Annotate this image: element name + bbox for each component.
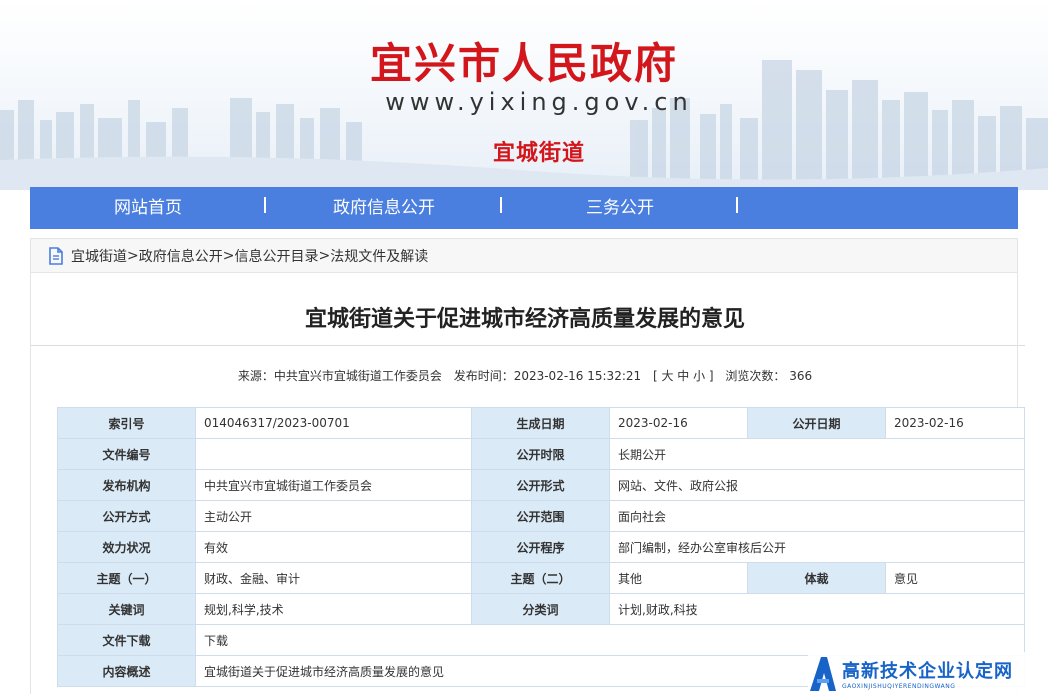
watermark-logo-icon <box>810 657 836 691</box>
value-document-number <box>195 438 472 470</box>
value-genre: 意见 <box>885 562 1025 594</box>
value-publish-date: 2023-02-16 <box>885 407 1025 439</box>
table-row: 公开方式 主动公开 公开范围 面向社会 <box>57 500 1025 532</box>
value-keywords: 规划,科学,技术 <box>195 593 472 625</box>
breadcrumb: 宜城街道 > 政府信息公开 > 信息公开目录 > 法规文件及解读 <box>31 239 1017 273</box>
label-generated-date: 生成日期 <box>471 407 610 439</box>
breadcrumb-separator: > <box>127 247 139 264</box>
label-disclosure-form: 公开形式 <box>471 469 610 501</box>
breadcrumb-link-yicheng[interactable]: 宜城街道 <box>71 246 127 266</box>
label-disclosure-scope: 公开范围 <box>471 500 610 532</box>
value-theme-two: 其他 <box>609 562 748 594</box>
value-index-number: 014046317/2023-00701 <box>195 407 472 439</box>
value-disclosure-method: 主动公开 <box>195 500 472 532</box>
meta-views: 浏览次数： 366 <box>725 369 813 383</box>
font-size-switcher[interactable]: [ 大 中 小 ] <box>653 369 714 383</box>
breadcrumb-separator: > <box>318 247 331 264</box>
meta-publish-time: 发布时间：2023-02-16 15:32:21 <box>453 369 642 383</box>
value-theme-one: 财政、金融、审计 <box>195 562 472 594</box>
table-row: 文件下载 下载 <box>57 624 1025 656</box>
table-row: 发布机构 中共宜兴市宜城街道工作委员会 公开形式 网站、文件、政府公报 <box>57 469 1025 501</box>
breadcrumb-link-gov-info[interactable]: 政府信息公开 <box>139 246 223 266</box>
nav-gov-info-disclosure[interactable]: 政府信息公开 <box>266 187 502 229</box>
value-disclosure-period: 长期公开 <box>609 438 1025 470</box>
label-disclosure-method: 公开方式 <box>57 500 196 532</box>
download-link[interactable]: 下载 <box>195 624 1025 656</box>
value-disclosure-scope: 面向社会 <box>609 500 1025 532</box>
main-nav: 网站首页 政府信息公开 三务公开 <box>30 187 1018 229</box>
watermark-badge: 高新技术企业认定网 GAOXINJISHUQIYERENDINGWANG <box>808 652 1048 694</box>
value-category: 计划,财政,科技 <box>609 593 1025 625</box>
label-publisher: 发布机构 <box>57 469 196 501</box>
table-row: 文件编号 公开时限 长期公开 <box>57 438 1025 470</box>
breadcrumb-link-regulations[interactable]: 法规文件及解读 <box>330 246 428 266</box>
site-url: www.yixing.gov.cn <box>385 88 693 116</box>
site-title: 宜兴市人民政府 <box>369 39 678 88</box>
label-summary: 内容概述 <box>57 655 196 687</box>
article-title: 宜城街道关于促进城市经济高质量发展的意见 <box>304 307 745 332</box>
header-banner: 宜兴市人民政府 www.yixing.gov.cn 宜城街道 <box>0 0 1048 190</box>
nav-three-affairs[interactable]: 三务公开 <box>502 187 738 229</box>
watermark-title: 高新技术企业认定网 <box>842 660 1013 682</box>
nav-home[interactable]: 网站首页 <box>30 187 266 229</box>
breadcrumb-link-catalog[interactable]: 信息公开目录 <box>234 246 318 266</box>
table-row: 效力状况 有效 公开程序 部门编制，经办公室审核后公开 <box>57 531 1025 563</box>
value-validity: 有效 <box>195 531 472 563</box>
label-genre: 体裁 <box>747 562 886 594</box>
value-publisher: 中共宜兴市宜城街道工作委员会 <box>195 469 472 501</box>
title-divider <box>31 345 1025 346</box>
meta-source: 来源：中共宜兴市宜城街道工作委员会 <box>237 369 442 383</box>
label-validity: 效力状况 <box>57 531 196 563</box>
value-generated-date: 2023-02-16 <box>609 407 748 439</box>
label-theme-one: 主题（一） <box>57 562 196 594</box>
watermark-pinyin: GAOXINJISHUQIYERENDINGWANG <box>842 682 956 690</box>
value-disclosure-procedure: 部门编制，经办公室审核后公开 <box>609 531 1025 563</box>
table-row: 索引号 014046317/2023-00701 生成日期 2023-02-16… <box>57 407 1025 439</box>
document-icon <box>49 246 63 265</box>
label-keywords: 关键词 <box>57 593 196 625</box>
label-disclosure-period: 公开时限 <box>471 438 610 470</box>
watermark-text: 高新技术企业认定网 GAOXINJISHUQIYERENDINGWANG <box>842 657 1013 690</box>
label-publish-date: 公开日期 <box>747 407 886 439</box>
label-index-number: 索引号 <box>57 407 196 439</box>
content-panel: 宜城街道 > 政府信息公开 > 信息公开目录 > 法规文件及解读 宜城街道关于促… <box>30 238 1025 694</box>
label-file-download: 文件下载 <box>57 624 196 656</box>
info-table: 索引号 014046317/2023-00701 生成日期 2023-02-16… <box>57 407 1025 687</box>
site-subtitle: 宜城街道 <box>492 140 585 166</box>
article-meta: 来源：中共宜兴市宜城街道工作委员会 发布时间：2023-02-16 15:32:… <box>31 367 1019 384</box>
table-row: 主题（一） 财政、金融、审计 主题（二） 其他 体裁 意见 <box>57 562 1025 594</box>
breadcrumb-separator: > <box>222 247 235 264</box>
table-row: 关键词 规划,科学,技术 分类词 计划,财政,科技 <box>57 593 1025 625</box>
label-theme-two: 主题（二） <box>471 562 610 594</box>
label-disclosure-procedure: 公开程序 <box>471 531 610 563</box>
label-category: 分类词 <box>471 593 610 625</box>
value-disclosure-form: 网站、文件、政府公报 <box>609 469 1025 501</box>
label-document-number: 文件编号 <box>57 438 196 470</box>
